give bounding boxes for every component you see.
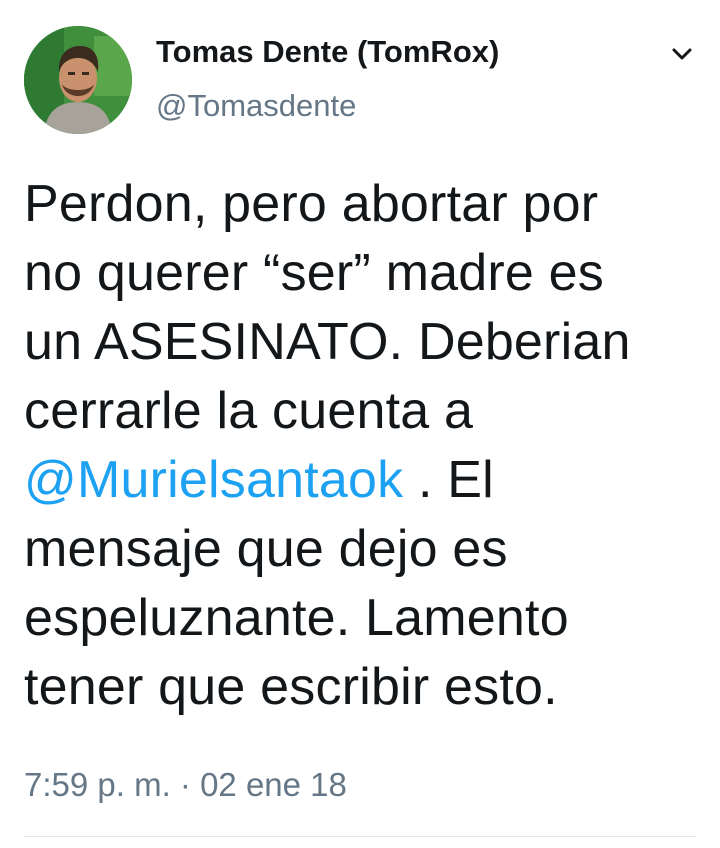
- tweet-timestamp[interactable]: 7:59 p. m. · 02 ene 18: [24, 760, 347, 810]
- avatar[interactable]: [24, 26, 132, 134]
- tweet-text: Perdon, pero abortar por no querer “ser”…: [24, 170, 694, 722]
- tweet-text-line: cerrarle la cuenta a: [24, 382, 474, 440]
- tweet-text-line: Perdon, pero abortar por: [24, 175, 599, 233]
- avatar-photo-icon: [24, 26, 132, 134]
- mention-link[interactable]: @Murielsantaok: [24, 451, 403, 509]
- author-names[interactable]: Tomas Dente (TomRox) @Tomasdente: [156, 32, 499, 126]
- tweet-header: Tomas Dente (TomRox) @Tomasdente: [24, 26, 696, 136]
- tweet-text-line-with-mention: @Murielsantaok . El: [24, 446, 694, 515]
- chevron-down-icon[interactable]: [668, 40, 696, 68]
- tweet-text-fragment: . El: [403, 451, 494, 509]
- tweet-text-line: mensaje que dejo es: [24, 520, 508, 578]
- divider: [24, 836, 696, 837]
- tweet[interactable]: Tomas Dente (TomRox) @Tomasdente Perdon,…: [0, 0, 720, 848]
- tweet-text-line: no querer “ser” madre es: [24, 244, 604, 302]
- tweet-text-line: un ASESINATO. Deberian: [24, 313, 631, 371]
- author-handle[interactable]: @Tomasdente: [156, 86, 499, 126]
- tweet-text-line: espeluznante. Lamento: [24, 589, 569, 647]
- tweet-text-line: tener que escribir esto.: [24, 658, 558, 716]
- author-display-name[interactable]: Tomas Dente (TomRox): [156, 32, 499, 72]
